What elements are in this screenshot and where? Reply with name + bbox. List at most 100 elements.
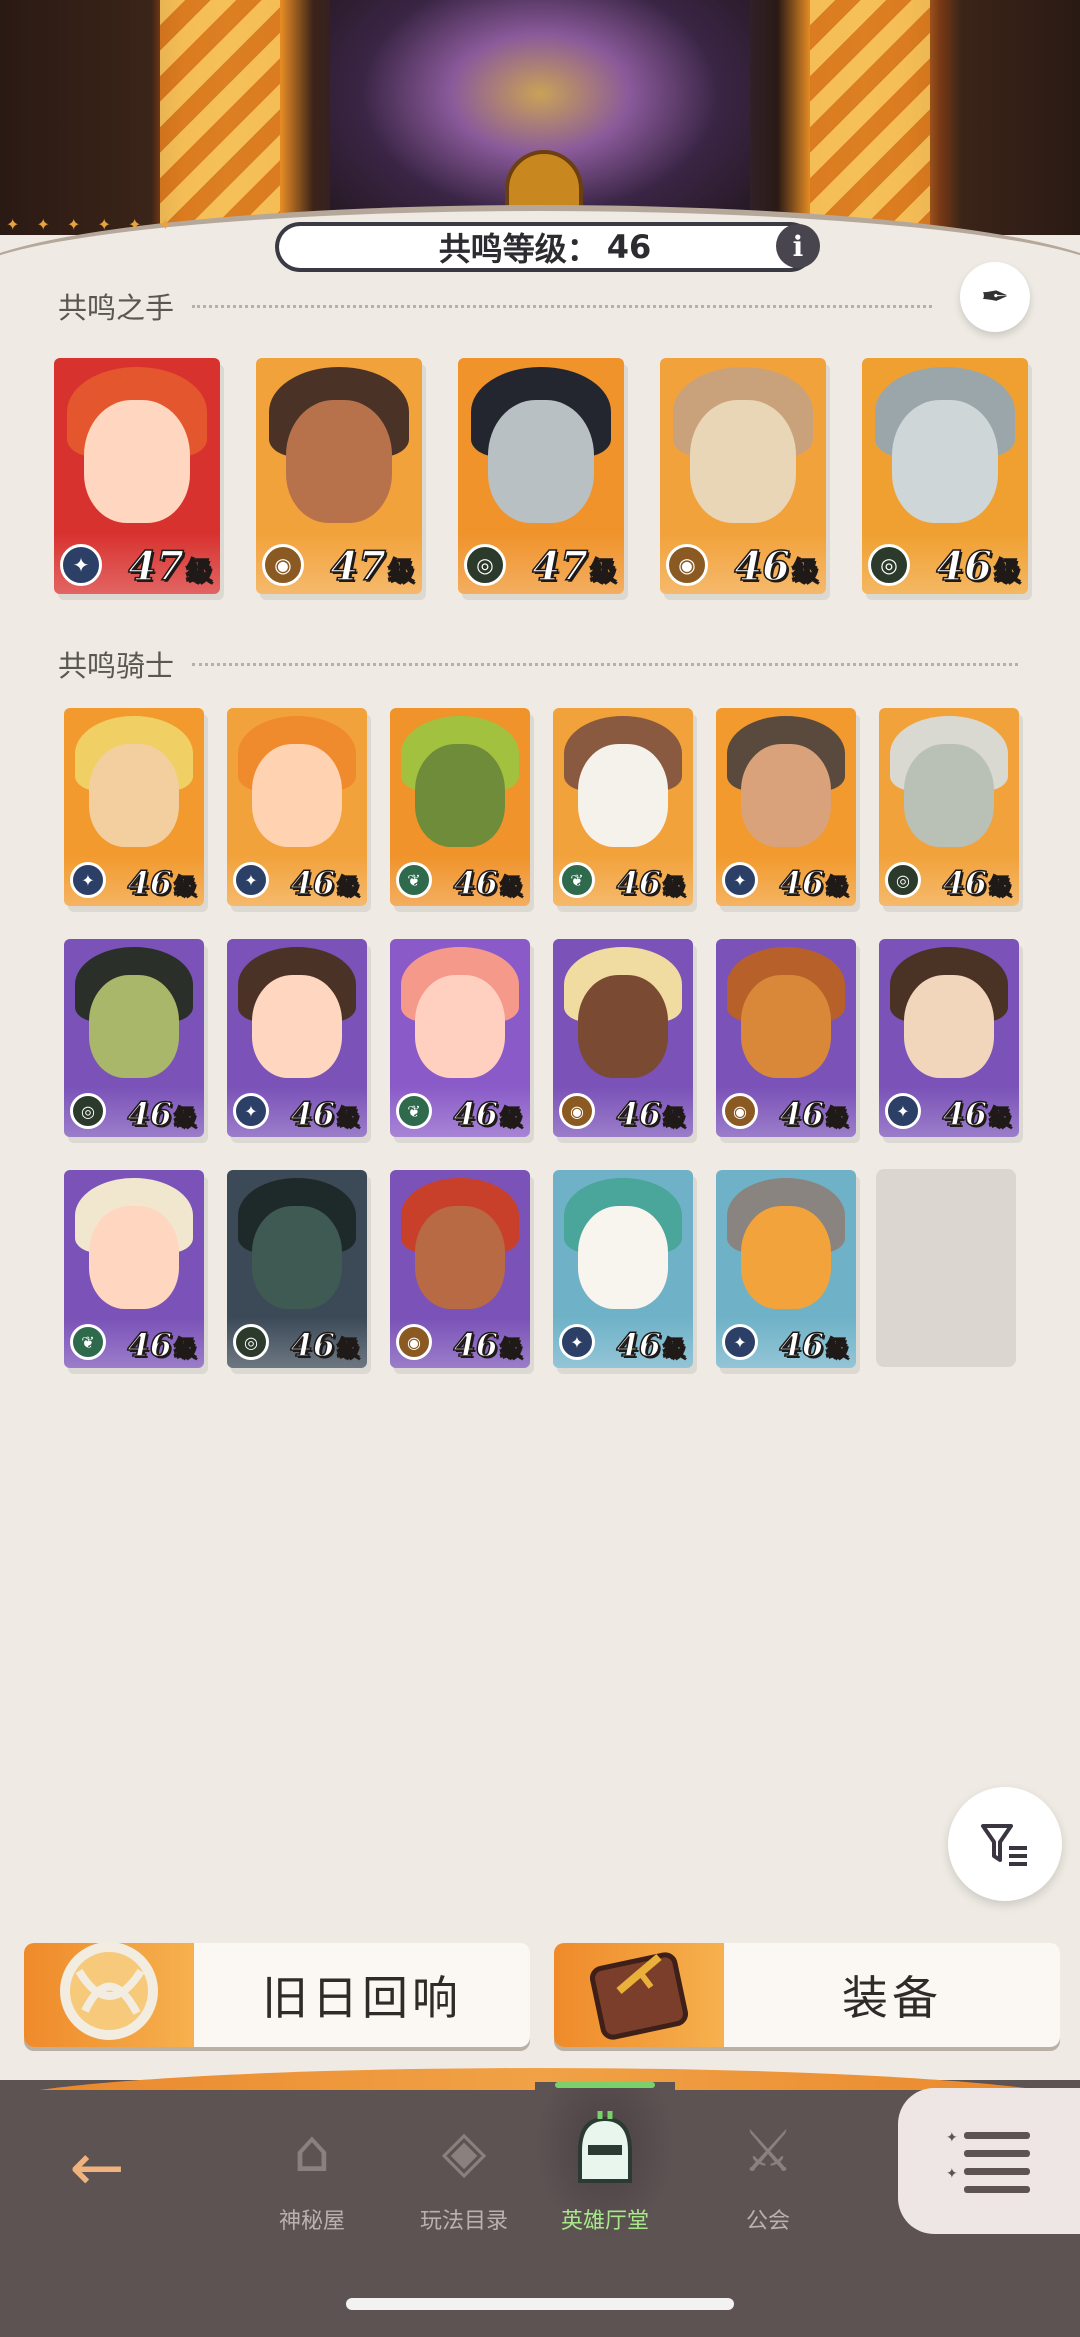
hero-face [415,974,505,1078]
knights-hero-card[interactable]: ❦ 46 级 [64,1170,204,1368]
hero-face [578,974,668,1078]
hero-level-value: 46 [453,1325,499,1365]
hero-level-unit: 级 [988,1104,1012,1132]
hero-level-value: 46 [290,1325,336,1365]
hero-level: 46 级 [779,863,849,903]
hero-level-value: 46 [453,863,499,903]
hero-level-value: 46 [779,863,825,903]
empty-knight-slot[interactable] [876,1169,1016,1367]
hands-hero-card[interactable]: ◎ 47 级 [458,358,624,594]
hero-level-unit: 级 [185,556,213,588]
tab-hero-hall[interactable]: 英雄厅堂 [530,2095,680,2235]
hero-face [904,974,994,1078]
hands-hero-card[interactable]: ✦ 47 级 [54,358,220,594]
hero-face [741,974,831,1078]
hero-level-unit: 级 [988,873,1012,901]
gem-icon: ◉ [262,544,304,586]
knights-hero-card[interactable]: ✦ 46 级 [879,939,1019,1137]
hero-level-value: 47 [128,542,185,591]
star-compass-icon: ✦ [559,1324,595,1360]
hero-level: 47 级 [128,542,213,591]
stained-glass-left [160,0,280,235]
svg-text:✦: ✦ [946,2166,958,2182]
dotted-divider [192,304,933,308]
hero-level: 47 级 [532,542,617,591]
knights-hero-card[interactable]: ❦ 46 级 [553,708,693,906]
knights-hero-card[interactable]: ◎ 46 级 [64,939,204,1137]
hero-level-unit: 级 [499,873,523,901]
hero-level-value: 46 [290,863,336,903]
knights-hero-card[interactable]: ❦ 46 级 [390,939,530,1137]
hero-level-unit: 级 [993,556,1021,588]
leaf-icon: ❦ [70,1324,106,1360]
eye-icon: ◎ [464,544,506,586]
feather-icon[interactable]: ✒ [960,262,1030,332]
star-compass-icon: ✦ [233,1093,269,1129]
knights-hero-card[interactable]: ✦ 46 级 [227,939,367,1137]
knights-hero-card[interactable]: ✦ 46 级 [716,708,856,906]
hero-level: 46 级 [936,542,1021,591]
equipment-label: 装备 [842,1971,942,2025]
hands-hero-card[interactable]: ◎ 46 级 [862,358,1028,594]
hands-hero-card[interactable]: ◉ 46 级 [660,358,826,594]
hero-level-unit: 级 [825,1335,849,1363]
knights-hero-card[interactable]: ◉ 46 级 [716,939,856,1137]
knights-hero-card[interactable]: ✦ 46 级 [227,708,367,906]
hero-level-unit: 级 [499,1104,523,1132]
knights-hero-card[interactable]: ◎ 46 级 [879,708,1019,906]
back-arrow-icon[interactable]: ← [52,2135,142,2201]
star-compass-icon: ✦ [885,1093,921,1129]
gem-icon: ◉ [722,1093,758,1129]
star-compass-icon: ✦ [233,862,269,898]
hands-hero-card[interactable]: ◉ 47 级 [256,358,422,594]
knights-hero-card[interactable]: ❦ 46 级 [390,708,530,906]
knights-hero-card[interactable]: ✦ 46 级 [64,708,204,906]
hero-face [252,1205,342,1309]
hero-level: 46 级 [616,863,686,903]
section-title-hands-label: 共鸣之手 [58,291,175,325]
hero-level-value: 46 [936,542,993,591]
hero-level: 46 级 [453,1094,523,1134]
hero-face [415,1205,505,1309]
filter-icon[interactable] [948,1787,1062,1901]
knights-hero-card[interactable]: ◉ 46 级 [553,939,693,1137]
hero-level-unit: 级 [387,556,415,588]
tab-play-catalog[interactable]: ◈ 玩法目录 [389,2095,539,2235]
old-echo-button[interactable]: 旧日回响 [24,1942,530,2047]
hero-level-unit: 级 [336,1335,360,1363]
hero-level: 46 级 [290,1325,360,1365]
hero-level-unit: 级 [336,873,360,901]
info-icon[interactable]: i [776,224,820,268]
hero-level-value: 46 [734,542,791,591]
hero-level: 46 级 [779,1094,849,1134]
gem-icon: ◉ [396,1324,432,1360]
eye-icon: ◎ [233,1324,269,1360]
knights-hero-card[interactable]: ◎ 46 级 [227,1170,367,1368]
hero-face [89,743,179,847]
equipment-button[interactable]: 装备 [554,1943,1060,2047]
hero-level: 46 级 [734,542,819,591]
hero-face [487,400,595,524]
old-echo-label: 旧日回响 [262,1971,462,2025]
knights-hero-card[interactable]: ✦ 46 级 [553,1170,693,1368]
hero-level: 46 级 [942,1094,1012,1134]
hero-level-unit: 级 [173,1335,197,1363]
gem-icon: ◉ [666,544,708,586]
knights-hero-card[interactable]: ◉ 46 级 [390,1170,530,1368]
menu-list-icon[interactable]: ✦ ✦ [898,2088,1080,2234]
hero-level-unit: 级 [791,556,819,588]
tab-guild[interactable]: ⚔ 公会 [693,2095,843,2235]
hero-face [252,743,342,847]
tab-mystery-house[interactable]: ⌂ 神秘屋 [237,2095,387,2235]
hero-level-value: 46 [942,863,988,903]
hero-level-value: 46 [616,1325,662,1365]
stained-glass-right [810,0,930,235]
star-compass-icon: ✦ [722,1324,758,1360]
hero-face [89,974,179,1078]
knights-hero-card[interactable]: ✦ 46 级 [716,1170,856,1368]
hero-face [252,974,342,1078]
star-compass-icon: ✦ [70,862,106,898]
hero-level-unit: 级 [662,873,686,901]
filter-funnel-svg [981,1824,1027,1866]
hero-level-unit: 级 [825,1104,849,1132]
